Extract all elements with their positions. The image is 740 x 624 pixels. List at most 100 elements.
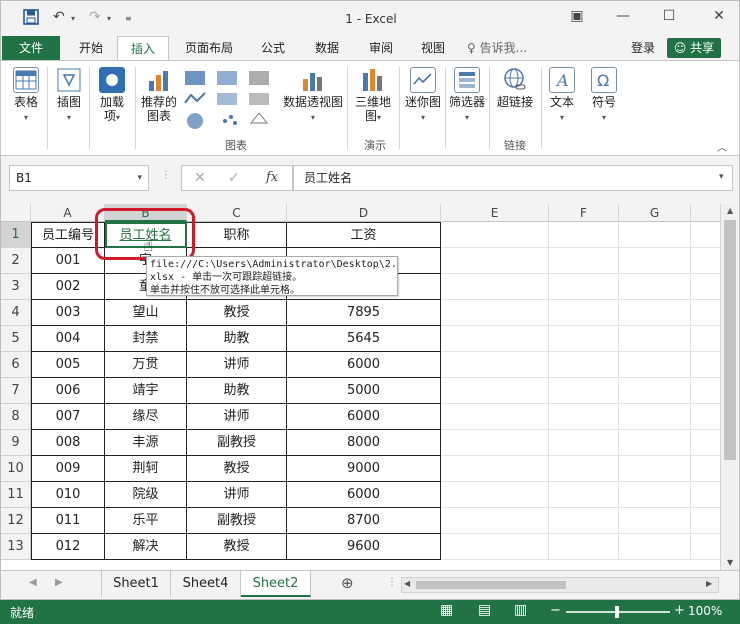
hscroll-thumb[interactable] — [416, 581, 566, 589]
empty-cell[interactable] — [619, 274, 691, 300]
tab-file[interactable]: 文件 — [2, 36, 60, 60]
empty-cell[interactable] — [441, 456, 549, 482]
collapse-ribbon-icon[interactable]: ︿ — [717, 139, 727, 154]
empty-cell[interactable] — [549, 456, 619, 482]
header-cell[interactable]: 工资 — [287, 222, 441, 248]
page-break-view-icon[interactable]: ▥ — [514, 602, 527, 618]
tab-home[interactable]: 开始 — [69, 36, 113, 60]
row-header[interactable]: 1 — [1, 222, 31, 248]
text-button[interactable]: A 文本 ▾ — [545, 67, 579, 125]
zoom-slider-thumb[interactable] — [615, 606, 619, 618]
header-cell[interactable]: 职称 — [187, 222, 287, 248]
sheet-tab-sheet4[interactable]: Sheet4 — [171, 571, 241, 597]
empty-cell[interactable] — [549, 508, 619, 534]
empty-cell[interactable] — [441, 222, 549, 248]
empty-cell[interactable] — [441, 326, 549, 352]
select-all-corner[interactable] — [1, 204, 31, 222]
chart-type-gallery[interactable] — [181, 67, 277, 135]
table-cell[interactable]: 解决 — [105, 534, 187, 560]
row-header[interactable]: 7 — [1, 378, 31, 404]
empty-cell[interactable] — [691, 222, 720, 248]
empty-cell[interactable] — [441, 378, 549, 404]
tab-insert[interactable]: 插入 — [117, 36, 169, 61]
illustrations-button[interactable]: 插图 ▾ — [51, 67, 87, 125]
page-layout-view-icon[interactable]: ▤ — [478, 602, 491, 618]
table-cell[interactable]: 靖宇 — [105, 378, 187, 404]
empty-cell[interactable] — [691, 274, 720, 300]
column-header-h[interactable] — [691, 204, 720, 222]
row-header[interactable]: 6 — [1, 352, 31, 378]
empty-cell[interactable] — [691, 404, 720, 430]
enter-icon[interactable]: ✓ — [228, 170, 240, 186]
table-cell[interactable]: 讲师 — [187, 352, 287, 378]
table-cell[interactable]: 荆轲 — [105, 456, 187, 482]
table-cell[interactable]: 010 — [31, 482, 105, 508]
sheet-tab-sheet2[interactable]: Sheet2 — [241, 571, 311, 597]
name-box[interactable]: B1 ▾ — [9, 165, 149, 191]
table-cell[interactable]: 8000 — [287, 430, 441, 456]
table-cell[interactable]: 教授 — [187, 456, 287, 482]
table-cell[interactable]: 望山 — [105, 300, 187, 326]
table-cell[interactable]: 6000 — [287, 352, 441, 378]
empty-cell[interactable] — [619, 352, 691, 378]
tab-review[interactable]: 审阅 — [359, 36, 403, 60]
column-header-d[interactable]: D — [287, 204, 441, 222]
empty-cell[interactable] — [691, 482, 720, 508]
table-cell[interactable]: 004 — [31, 326, 105, 352]
table-cell[interactable]: 008 — [31, 430, 105, 456]
3d-map-button[interactable]: 三维地 图▾ — [351, 67, 395, 125]
empty-cell[interactable] — [441, 248, 549, 274]
empty-cell[interactable] — [691, 378, 720, 404]
empty-cell[interactable] — [549, 430, 619, 456]
table-cell[interactable]: 8700 — [287, 508, 441, 534]
row-header[interactable]: 3 — [1, 274, 31, 300]
table-cell[interactable]: 007 — [31, 404, 105, 430]
recommended-charts-button[interactable]: 推荐的 图表 — [139, 67, 179, 123]
pivotchart-button[interactable]: 数据透视图 ▾ — [281, 67, 345, 125]
empty-cell[interactable] — [441, 300, 549, 326]
empty-cell[interactable] — [619, 222, 691, 248]
table-cell[interactable]: 7895 — [287, 300, 441, 326]
empty-cell[interactable] — [619, 300, 691, 326]
addins-button[interactable]: 加载 项▾ — [93, 67, 131, 125]
empty-cell[interactable] — [549, 300, 619, 326]
hscroll-right-icon[interactable]: ▶ — [706, 579, 712, 588]
empty-cell[interactable] — [691, 430, 720, 456]
row-header[interactable]: 9 — [1, 430, 31, 456]
scroll-up-icon[interactable]: ▲ — [727, 206, 733, 215]
empty-cell[interactable] — [691, 352, 720, 378]
table-cell[interactable]: 6000 — [287, 482, 441, 508]
minimize-icon[interactable]: — — [609, 8, 637, 28]
table-cell[interactable]: 教授 — [187, 300, 287, 326]
table-cell[interactable]: 005 — [31, 352, 105, 378]
empty-cell[interactable] — [619, 482, 691, 508]
table-cell[interactable]: 丰源 — [105, 430, 187, 456]
empty-cell[interactable] — [691, 534, 720, 560]
empty-cell[interactable] — [619, 430, 691, 456]
tell-me-box[interactable]: ♀ 告诉我... — [467, 36, 557, 60]
row-header[interactable]: 12 — [1, 508, 31, 534]
share-button[interactable]: ☺ 共享 — [667, 38, 721, 58]
formula-input[interactable]: 员工姓名 — [293, 165, 733, 191]
table-cell[interactable]: 012 — [31, 534, 105, 560]
row-header[interactable]: 8 — [1, 404, 31, 430]
empty-cell[interactable] — [691, 248, 720, 274]
symbol-button[interactable]: Ω 符号 ▾ — [587, 67, 621, 125]
tab-page-layout[interactable]: 页面布局 — [177, 36, 241, 60]
zoom-level[interactable]: 100% — [688, 604, 722, 618]
table-cell[interactable]: 讲师 — [187, 404, 287, 430]
table-cell[interactable]: 缘尽 — [105, 404, 187, 430]
empty-cell[interactable] — [691, 326, 720, 352]
tab-scroll-left-icon[interactable]: ◀ — [29, 577, 37, 588]
column-header-g[interactable]: G — [619, 204, 691, 222]
column-header-e[interactable]: E — [441, 204, 549, 222]
sparkline-button[interactable]: 迷你图 ▾ — [403, 67, 443, 125]
table-cell[interactable]: 9000 — [287, 456, 441, 482]
scroll-down-icon[interactable]: ▼ — [727, 558, 733, 567]
empty-cell[interactable] — [441, 404, 549, 430]
row-header[interactable]: 5 — [1, 326, 31, 352]
empty-cell[interactable] — [619, 534, 691, 560]
table-cell[interactable]: 助教 — [187, 378, 287, 404]
hyperlink-button[interactable]: 超链接 — [493, 67, 537, 109]
zoom-slider[interactable] — [566, 606, 670, 618]
